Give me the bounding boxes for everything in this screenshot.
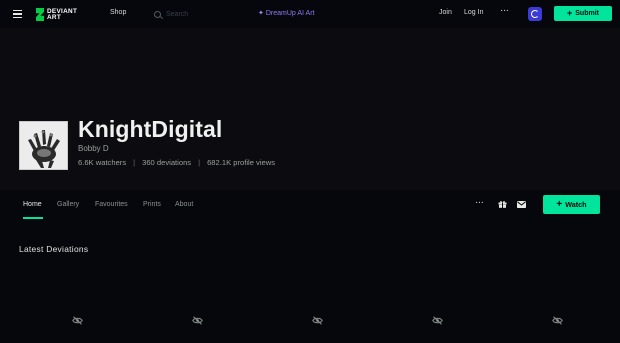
eye-slash-icon[interactable] <box>432 316 443 325</box>
active-tab-indicator <box>23 217 43 219</box>
eye-slash-icon[interactable] <box>72 316 83 325</box>
tab-home[interactable]: Home <box>23 201 42 208</box>
stats-separator: | <box>198 158 201 167</box>
watch-label: Watch <box>565 200 587 209</box>
profile-username[interactable]: KnightDigital <box>78 116 222 143</box>
join-link[interactable]: Join <box>439 9 452 16</box>
gift-icon[interactable] <box>498 200 507 208</box>
stats-separator: | <box>133 158 136 167</box>
hamburger-menu-icon[interactable] <box>13 10 22 19</box>
tab-prints[interactable]: Prints <box>143 201 161 208</box>
plus-icon: + <box>556 198 563 210</box>
tab-gallery[interactable]: Gallery <box>57 201 79 208</box>
watch-button[interactable]: + Watch <box>543 195 600 214</box>
profile-real-name: Bobby D <box>78 144 109 153</box>
search-bar[interactable] <box>152 7 242 21</box>
more-options-icon[interactable]: ··· <box>500 5 509 16</box>
eye-slash-icon[interactable] <box>192 316 203 325</box>
deviantart-logo[interactable]: DEVIANT ART <box>36 7 95 22</box>
tab-favourites[interactable]: Favourites <box>95 201 128 208</box>
avatar[interactable] <box>19 121 68 170</box>
sparkle-icon: ✦ <box>258 10 264 17</box>
profile-views-count: 682.1K profile views <box>207 158 276 167</box>
logo-wordmark: DEVIANT ART <box>47 7 78 21</box>
tab-about[interactable]: About <box>175 201 193 208</box>
core-membership-icon[interactable] <box>528 7 542 21</box>
more-options-icon[interactable]: ··· <box>475 197 484 208</box>
dreamup-link[interactable]: ✦ DreamUp AI Art <box>258 9 315 18</box>
deviations-count[interactable]: 360 deviations <box>142 158 191 167</box>
eye-slash-icon[interactable] <box>552 316 563 325</box>
deviantart-logo-icon <box>36 8 44 21</box>
avatar-image <box>20 122 67 169</box>
profile-stats: 6.6K watchers | 360 deviations | 682.1K … <box>78 158 275 167</box>
plus-icon: + <box>567 8 573 18</box>
submit-button[interactable]: + Submit <box>554 6 612 21</box>
search-icon[interactable] <box>154 10 161 18</box>
top-navigation-bar: DEVIANT ART Shop ✦ DreamUp AI Art Join L… <box>0 0 620 28</box>
login-link[interactable]: Log In <box>464 9 483 16</box>
search-input[interactable] <box>166 10 236 18</box>
submit-label: Submit <box>575 10 599 17</box>
mail-icon[interactable] <box>517 201 526 208</box>
dreamup-label: DreamUp AI Art <box>265 9 315 17</box>
profile-tab-bar: Home Gallery Favourites Prints About ···… <box>0 190 620 220</box>
eye-slash-icon[interactable] <box>312 316 323 325</box>
watchers-count[interactable]: 6.6K watchers <box>78 158 126 167</box>
shop-link[interactable]: Shop <box>110 9 126 16</box>
latest-deviations-heading: Latest Deviations <box>19 244 89 254</box>
